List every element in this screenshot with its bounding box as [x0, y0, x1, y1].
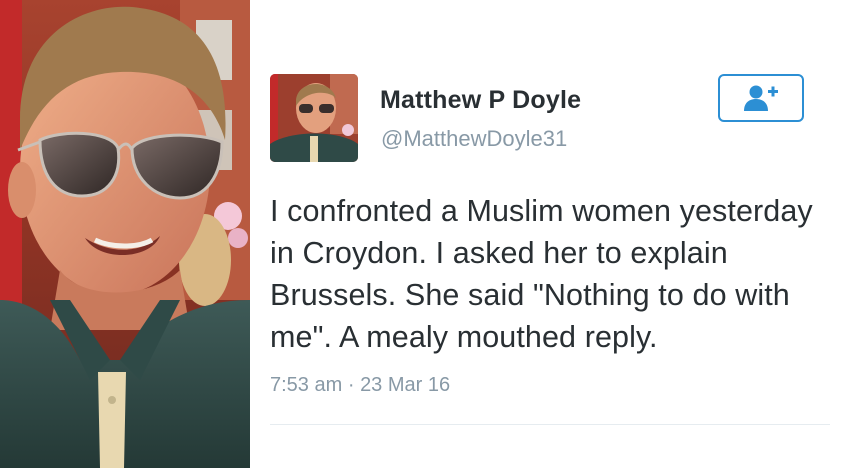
display-name[interactable]: Matthew P Doyle: [380, 86, 581, 115]
tweet-card: Matthew P Doyle @MatthewDoyle31 I confro…: [250, 0, 842, 468]
screenshot-frame: Matthew P Doyle @MatthewDoyle31 I confro…: [0, 0, 842, 468]
divider: [270, 424, 830, 425]
tweet-text: I confronted a Muslim women yesterday in…: [270, 194, 813, 354]
tweet-timestamp[interactable]: 7:53 am · 23 Mar 16: [270, 374, 450, 397]
tweet-date: 23 Mar 16: [360, 374, 451, 396]
tweet-time: 7:53 am: [270, 374, 343, 396]
user-handle[interactable]: @MatthewDoyle31: [381, 126, 567, 152]
avatar-image: [270, 74, 358, 162]
profile-photo: [0, 0, 250, 468]
follow-button[interactable]: [718, 74, 804, 122]
avatar[interactable]: [270, 74, 358, 162]
add-user-icon: [744, 85, 778, 111]
timestamp-separator: ·: [347, 374, 355, 396]
profile-photo-image: [0, 0, 250, 468]
